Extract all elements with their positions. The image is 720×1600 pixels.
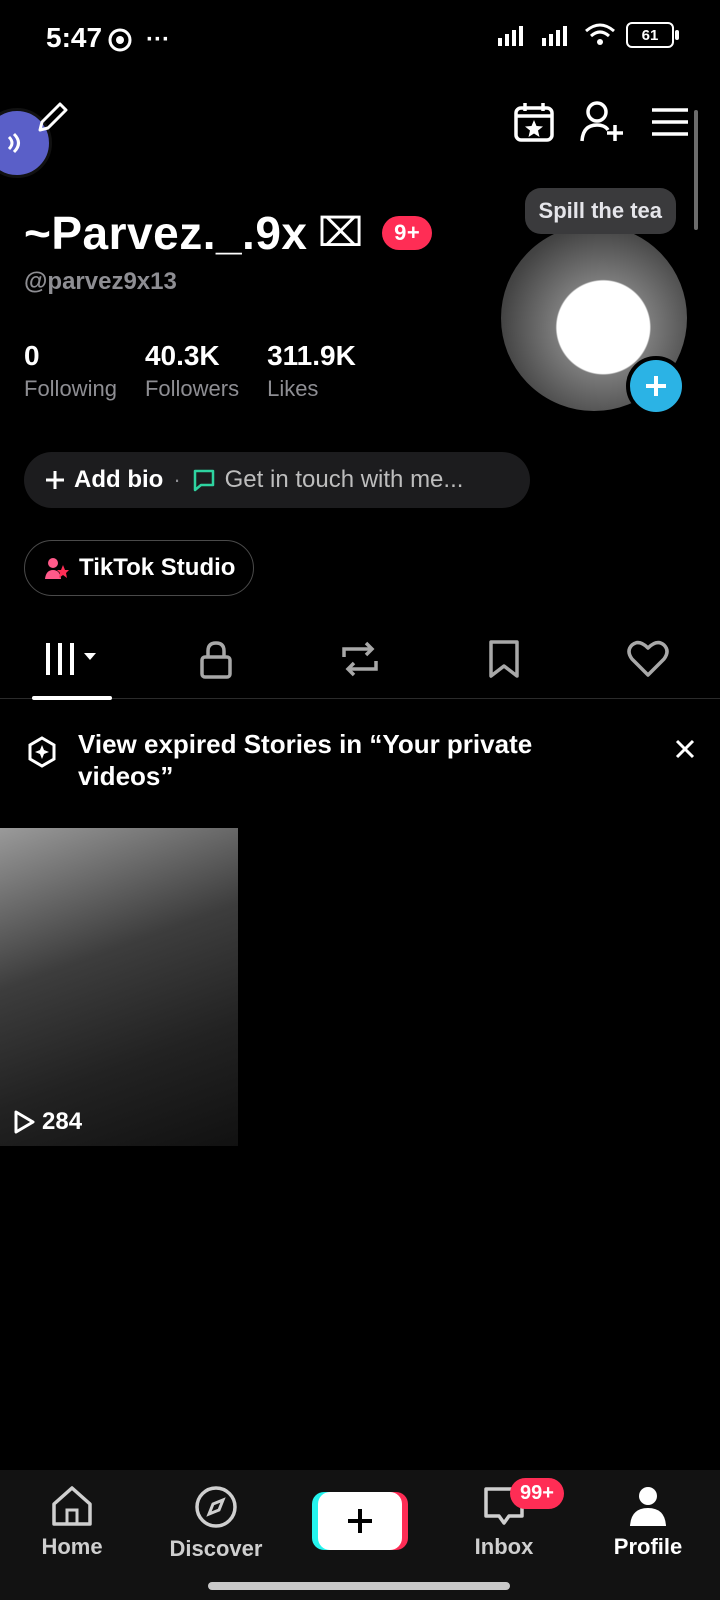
add-bio-label: Add bio — [74, 466, 164, 493]
sound-wave-icon — [7, 132, 20, 154]
tiktok-studio-button[interactable]: TikTok Studio — [24, 540, 255, 596]
tab-saved[interactable] — [464, 624, 544, 694]
plus-icon — [348, 1509, 372, 1533]
expired-stories-banner[interactable]: View expired Stories in “Your private vi… — [24, 728, 696, 792]
calendar-button[interactable] — [510, 98, 558, 146]
separator: · — [173, 467, 181, 492]
home-indicator[interactable] — [208, 1582, 510, 1590]
story-sparkle-icon — [28, 736, 56, 768]
content-tabs — [0, 620, 720, 700]
status-left-icons: ··· — [108, 26, 170, 54]
status-bubble[interactable]: Spill the tea — [524, 188, 676, 234]
nav-inbox-label: Inbox — [474, 1534, 534, 1559]
bookmark-icon — [489, 640, 519, 678]
plus-icon — [46, 471, 64, 489]
grid-videos-icon — [46, 643, 96, 675]
chrome-icon — [108, 28, 132, 52]
more-dots-icon: ··· — [146, 26, 170, 53]
create-button[interactable] — [318, 1492, 402, 1550]
nav-home-label: Home — [41, 1534, 103, 1559]
menu-button[interactable] — [646, 98, 694, 146]
profile-icon — [630, 1487, 666, 1526]
scrollbar[interactable] — [694, 110, 698, 230]
get-in-touch-button[interactable]: Get in touch with me... — [191, 466, 464, 494]
nav-discover-label: Discover — [169, 1536, 263, 1561]
notification-badge[interactable]: 9+ — [382, 216, 433, 250]
stat-following[interactable]: 0 Following — [24, 340, 117, 402]
stat-followers[interactable]: 40.3K Followers — [145, 340, 239, 402]
get-in-touch-label: Get in touch with me... — [224, 466, 464, 493]
bottom-nav: Home Discover 99+ Inbox Profile — [0, 1470, 720, 1600]
stat-likes[interactable]: 311.9K Likes — [267, 340, 356, 402]
add-story-button[interactable] — [626, 356, 686, 416]
chat-bubble-icon — [193, 469, 214, 492]
add-bio-button[interactable]: Add bio — [44, 466, 163, 494]
nav-profile[interactable]: Profile — [588, 1484, 708, 1560]
tab-liked[interactable] — [608, 624, 688, 694]
inbox-badge: 99+ — [510, 1478, 564, 1509]
view-count: 284 — [12, 1108, 82, 1136]
tab-reposts[interactable] — [320, 624, 400, 694]
nav-create[interactable] — [300, 1484, 420, 1550]
display-name: ~Parvez._.9x — [24, 207, 308, 259]
person-add-icon — [580, 101, 623, 142]
heart-icon — [627, 640, 669, 677]
stat-label: Followers — [144, 376, 240, 401]
repost-icon — [342, 641, 378, 677]
stat-value: 40.3K — [144, 340, 220, 371]
username: @parvez9x13 — [24, 268, 177, 295]
calendar-star-icon — [514, 103, 554, 142]
banner-text: View expired Stories in “Your private vi… — [78, 729, 533, 791]
battery-icon: 61 — [626, 22, 679, 48]
studio-icon — [45, 558, 69, 579]
profile-title: ~Parvez._.9x ⌧ 9+ — [24, 206, 433, 260]
tab-private[interactable] — [176, 624, 256, 694]
stats-row: 0 Following 40.3K Followers 311.9K Likes — [24, 340, 356, 402]
nav-inbox[interactable]: 99+ Inbox — [444, 1478, 564, 1560]
signal-icon-2 — [542, 26, 567, 46]
nav-discover[interactable]: Discover — [156, 1484, 276, 1562]
stat-value: 0 — [24, 340, 40, 371]
battery-level: 61 — [641, 26, 659, 44]
lock-icon — [200, 641, 232, 679]
stat-value: 311.9K — [267, 340, 356, 371]
name-glyph: ⌧ — [317, 210, 365, 256]
nav-profile-label: Profile — [613, 1534, 683, 1559]
home-icon — [52, 1486, 92, 1526]
status-time: 5:47 — [46, 22, 103, 53]
close-icon[interactable] — [674, 738, 696, 760]
pencil-icon — [38, 102, 68, 132]
stat-label: Likes — [267, 376, 319, 401]
signal-icon — [498, 26, 523, 46]
video-thumbnail[interactable]: 284 — [0, 828, 238, 1146]
view-count-value: 284 — [42, 1108, 83, 1135]
add-friend-button[interactable] — [578, 98, 626, 146]
compass-icon — [195, 1486, 237, 1528]
edit-button[interactable] — [30, 96, 74, 140]
play-icon — [14, 1110, 35, 1134]
wifi-icon — [585, 23, 615, 45]
nav-home[interactable]: Home — [12, 1484, 132, 1560]
stat-label: Following — [24, 376, 117, 401]
hamburger-menu-icon — [652, 108, 688, 136]
studio-label: TikTok Studio — [79, 554, 236, 581]
tab-videos[interactable] — [32, 624, 112, 700]
bio-pill: Add bio · Get in touch with me... — [24, 452, 530, 508]
status-right-icons: 61 — [496, 22, 679, 48]
plus-icon — [646, 376, 666, 396]
